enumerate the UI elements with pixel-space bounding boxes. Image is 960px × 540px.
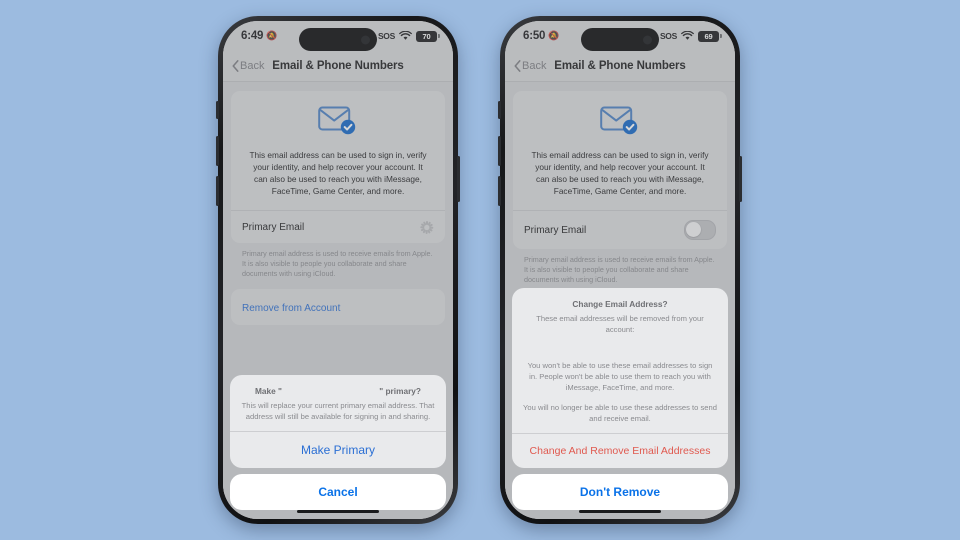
action-sheet-group-left: Make " " primary? This will replace your… xyxy=(230,375,446,468)
action-sheet-header-left: Make " " primary? This will replace your… xyxy=(230,375,446,432)
action-sheet-title-suffix-left: " primary? xyxy=(379,386,421,396)
action-sheet-title-left: Make " " primary? xyxy=(241,385,435,397)
volume-up-button-right[interactable] xyxy=(498,136,501,166)
phone-screen-left: 6:49 🔕 SOS 70 Back Email & Phone Numbers… xyxy=(223,21,453,519)
action-sheet-message-3-right: You will no longer be able to use these … xyxy=(523,403,717,423)
action-sheet-message-2-right: You won't be able to use these email add… xyxy=(527,361,713,392)
change-email-action-sheet-right: Change Email Address? These email addres… xyxy=(505,288,735,519)
power-button-left[interactable] xyxy=(457,156,460,202)
screenshot-stage: 6:49 🔕 SOS 70 Back Email & Phone Numbers… xyxy=(0,0,960,540)
action-sheet-group-right: Change Email Address? These email addres… xyxy=(512,288,728,468)
iphone-device-right: 6:50 🔕 SOS 69 Back Email & Phone Numbers… xyxy=(498,16,742,524)
volume-up-button-left[interactable] xyxy=(216,136,219,166)
iphone-device-left: 6:49 🔕 SOS 70 Back Email & Phone Numbers… xyxy=(216,16,460,524)
change-and-remove-button-right[interactable]: Change And Remove Email Addresses xyxy=(512,434,728,468)
silent-switch-right[interactable] xyxy=(498,101,501,119)
action-sheet-message-1-right: These email addresses will be removed fr… xyxy=(536,314,704,334)
volume-down-button-left[interactable] xyxy=(216,176,219,206)
silent-switch-left[interactable] xyxy=(216,101,219,119)
action-sheet-title-right: Change Email Address? xyxy=(572,299,668,309)
action-sheet-header-right: Change Email Address? These email addres… xyxy=(512,288,728,434)
dont-remove-button-right[interactable]: Don't Remove xyxy=(512,474,728,510)
action-sheet-message-left: This will replace your current primary e… xyxy=(241,401,435,421)
home-indicator-left[interactable] xyxy=(297,509,379,513)
home-indicator-right[interactable] xyxy=(579,509,661,513)
make-primary-button-left[interactable]: Make Primary xyxy=(230,432,446,468)
volume-down-button-right[interactable] xyxy=(498,176,501,206)
cancel-button-left[interactable]: Cancel xyxy=(230,474,446,510)
redacted-email-list-right xyxy=(523,335,717,357)
power-button-right[interactable] xyxy=(739,156,742,202)
make-primary-action-sheet-left: Make " " primary? This will replace your… xyxy=(223,375,453,519)
phone-screen-right: 6:50 🔕 SOS 69 Back Email & Phone Numbers… xyxy=(505,21,735,519)
action-sheet-title-prefix-left: Make " xyxy=(255,386,282,396)
